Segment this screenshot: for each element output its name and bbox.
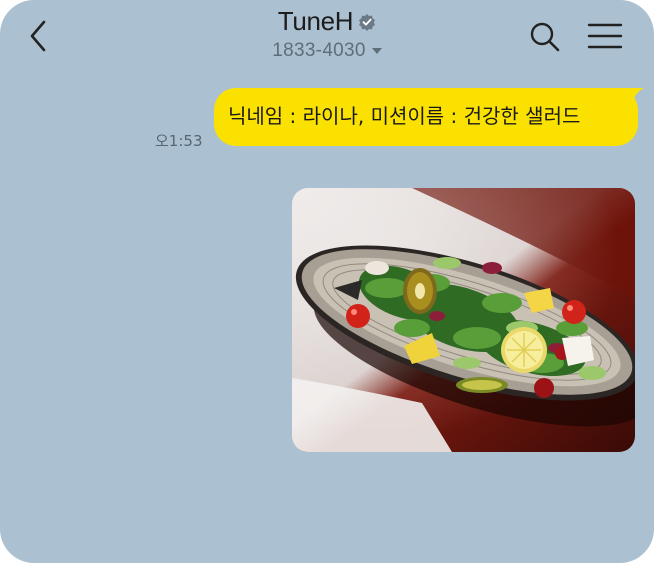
search-button[interactable] <box>528 20 562 54</box>
message-time: 오1:53 <box>155 132 203 150</box>
chat-screen: TuneH 1833-4030 닉네임 : 라이나, 미션이름: 건강한 샐러… <box>0 0 654 563</box>
search-icon <box>530 22 560 52</box>
salad-photo[interactable] <box>292 188 635 452</box>
hamburger-menu-icon <box>587 23 623 49</box>
message-bubble[interactable]: 닉네임 : 라이나, 미션이름 : 건강한 샐러드 <box>214 88 638 146</box>
verified-badge-icon <box>359 13 376 31</box>
caret-down-icon <box>371 48 382 54</box>
phone-number: 1833-4030 <box>272 40 366 61</box>
menu-button[interactable] <box>587 22 623 52</box>
chat-title: TuneH <box>277 6 354 36</box>
phone-number-dropdown[interactable]: 1833-4030 <box>272 40 382 62</box>
salad-photo-image <box>292 188 635 452</box>
